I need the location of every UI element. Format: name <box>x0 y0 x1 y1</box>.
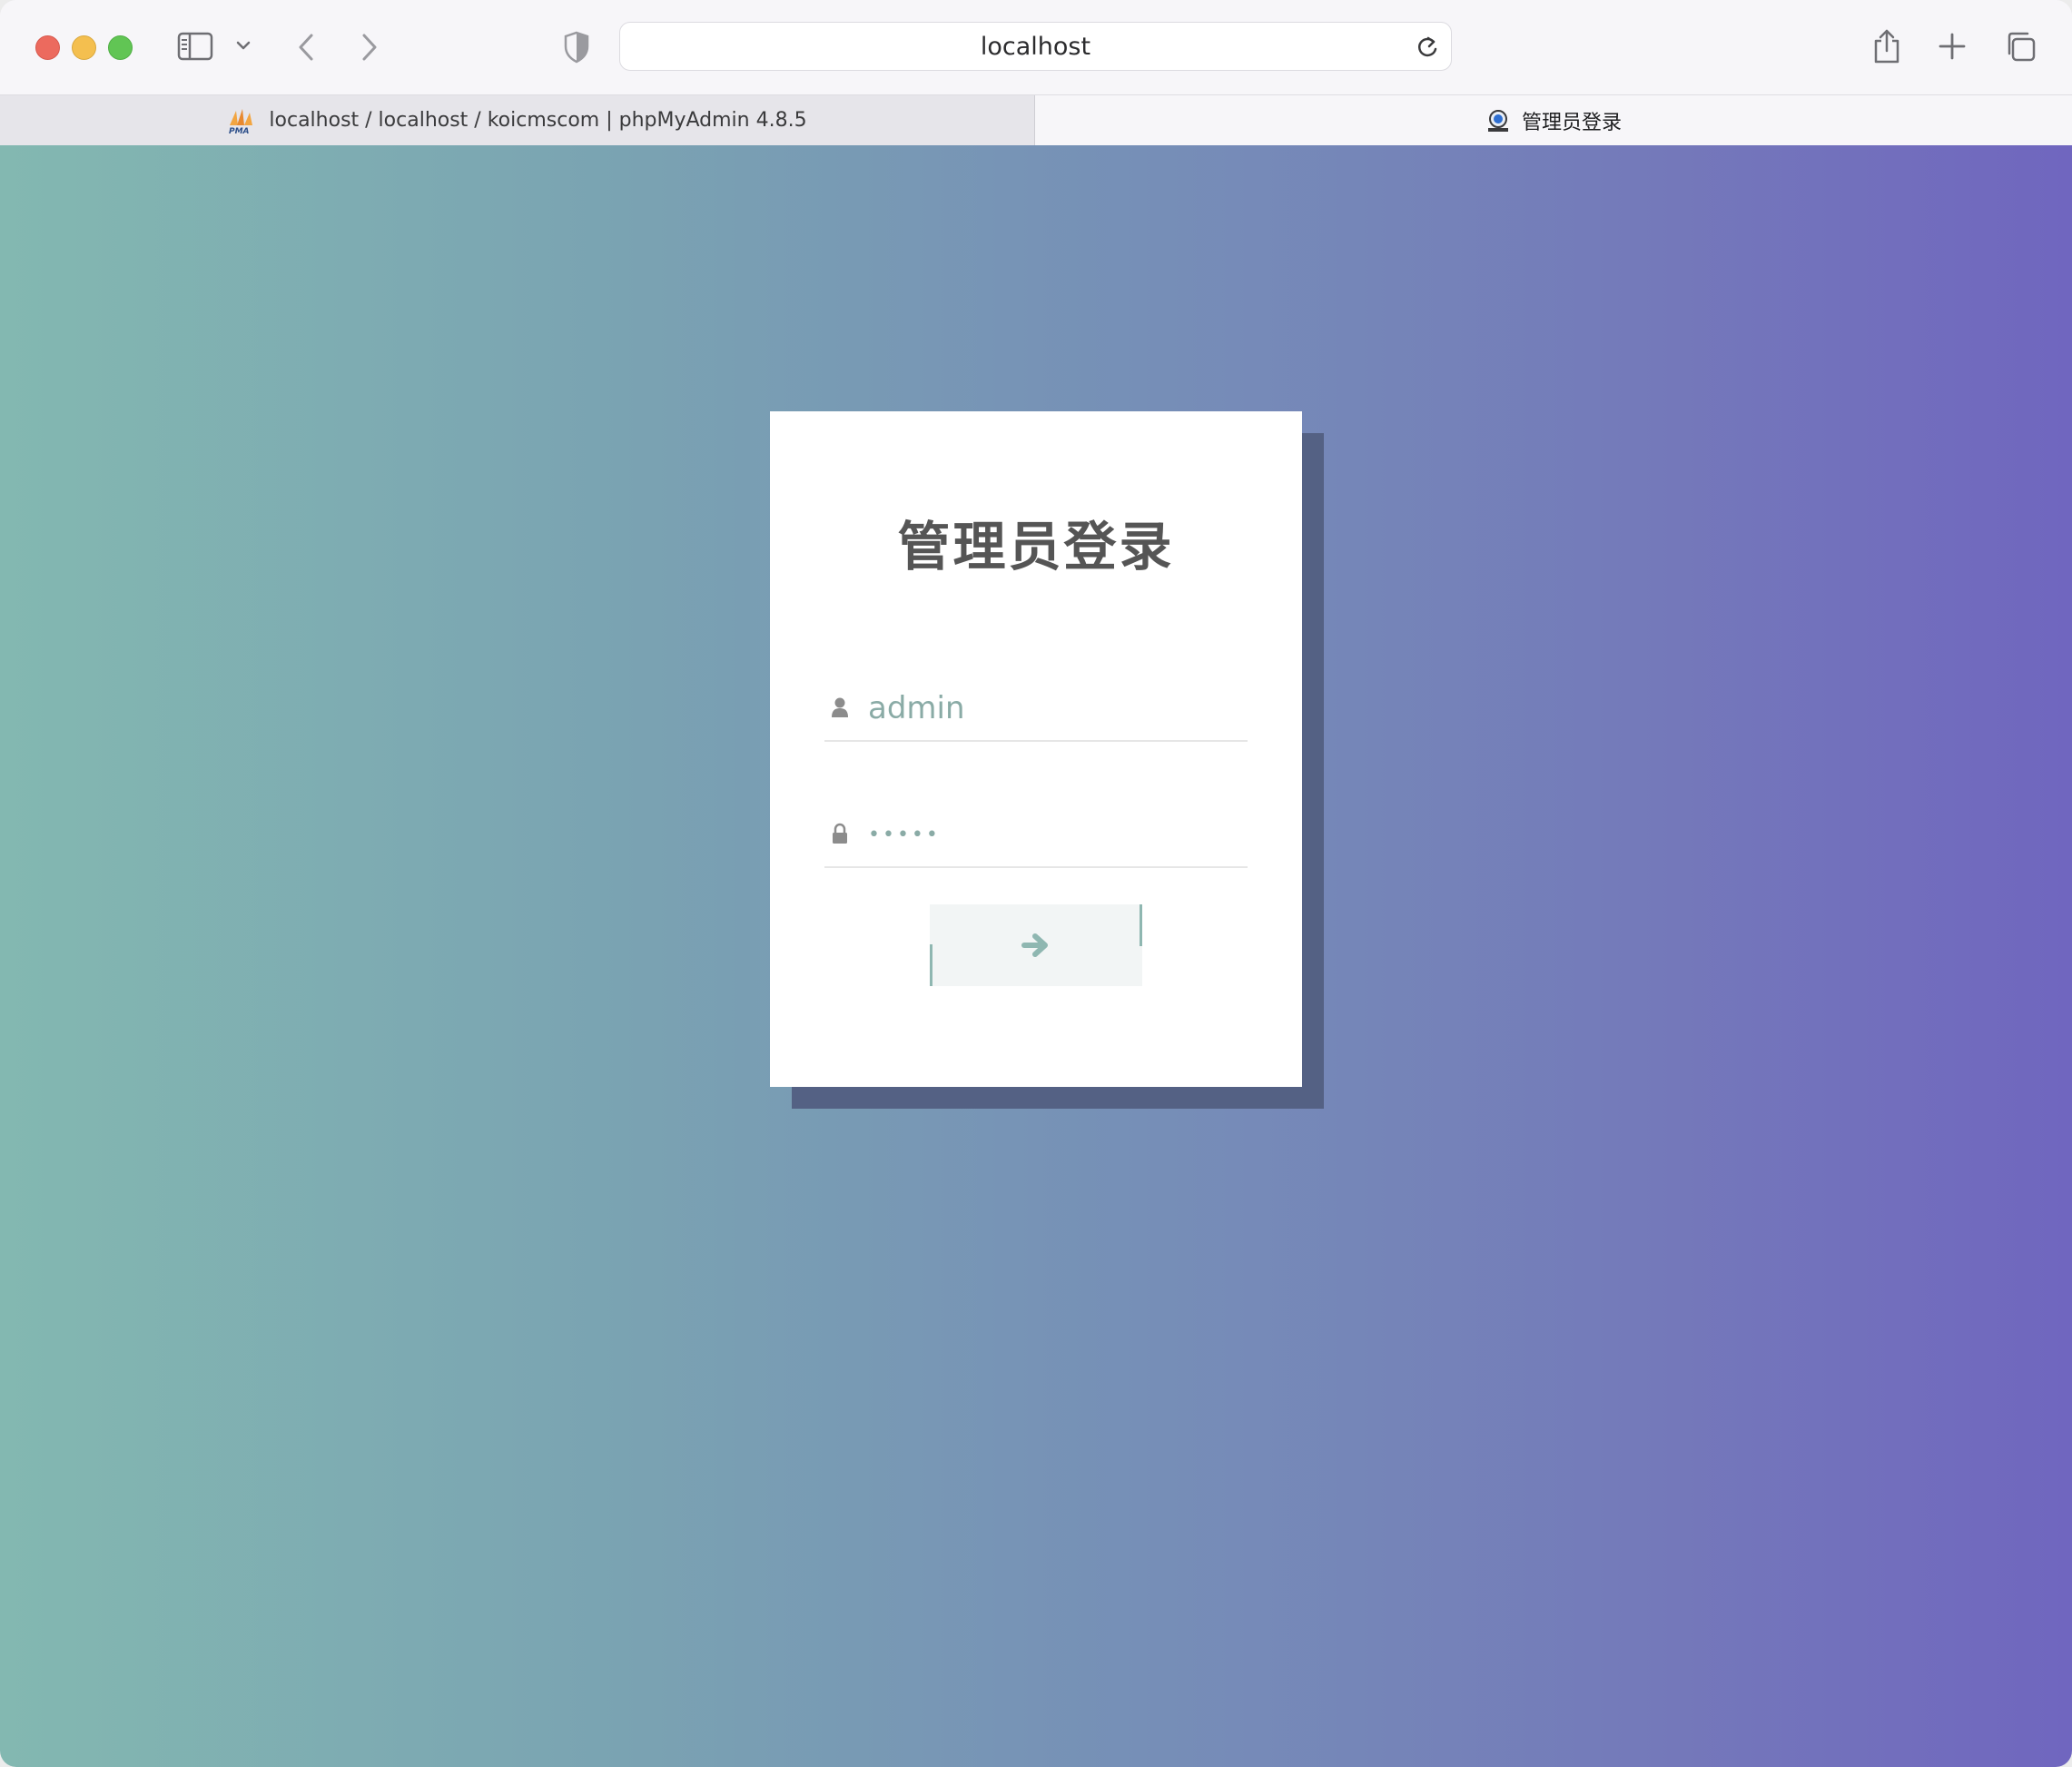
lock-icon <box>830 821 850 846</box>
button-edge-right <box>1140 904 1142 946</box>
tab-strip: PMA localhost / localhost / koicmscom | … <box>0 94 2072 145</box>
new-tab-plus-icon[interactable] <box>1936 29 1968 64</box>
svg-text:PMA: PMA <box>229 127 250 134</box>
tab-phpmyadmin[interactable]: PMA localhost / localhost / koicmscom | … <box>0 95 1035 145</box>
username-field <box>824 678 1248 742</box>
arrow-right-icon <box>1021 933 1048 957</box>
tab-overview-icon[interactable] <box>2003 29 2037 64</box>
forward-arrow-icon[interactable] <box>356 29 383 65</box>
username-input[interactable] <box>868 678 1231 738</box>
browser-toolbar: localhost <box>0 0 2072 94</box>
user-icon <box>830 695 850 720</box>
address-text: localhost <box>980 32 1091 61</box>
browser-window: localhost PMA localhost / localhost / ko… <box>0 0 2072 1767</box>
privacy-shield-icon[interactable] <box>561 29 592 65</box>
close-window-button[interactable] <box>35 35 60 60</box>
login-card: 管理员登录 <box>770 411 1302 1087</box>
address-bar[interactable]: localhost <box>619 22 1452 71</box>
login-submit-button[interactable] <box>930 904 1142 986</box>
phpmyadmin-icon: PMA <box>227 107 258 134</box>
tab-label: localhost / localhost / koicmscom | phpM… <box>269 109 807 132</box>
page-background: 管理员登录 <box>0 145 2072 1767</box>
share-icon[interactable] <box>1870 27 1903 65</box>
minimize-window-button[interactable] <box>72 35 96 60</box>
tab-admin-login[interactable]: 管理员登录 <box>1035 95 2072 145</box>
chevron-down-icon[interactable] <box>232 35 254 56</box>
password-input[interactable] <box>868 805 1231 864</box>
sidebar-toggle-icon[interactable] <box>176 31 214 62</box>
site-favicon-icon <box>1485 108 1511 133</box>
maximize-window-button[interactable] <box>108 35 133 60</box>
button-edge-left <box>930 944 932 986</box>
back-arrow-icon[interactable] <box>292 29 320 65</box>
login-title: 管理员登录 <box>897 516 1175 577</box>
reload-icon[interactable] <box>1415 35 1440 60</box>
tab-label: 管理员登录 <box>1521 111 1622 134</box>
password-field <box>824 805 1248 868</box>
